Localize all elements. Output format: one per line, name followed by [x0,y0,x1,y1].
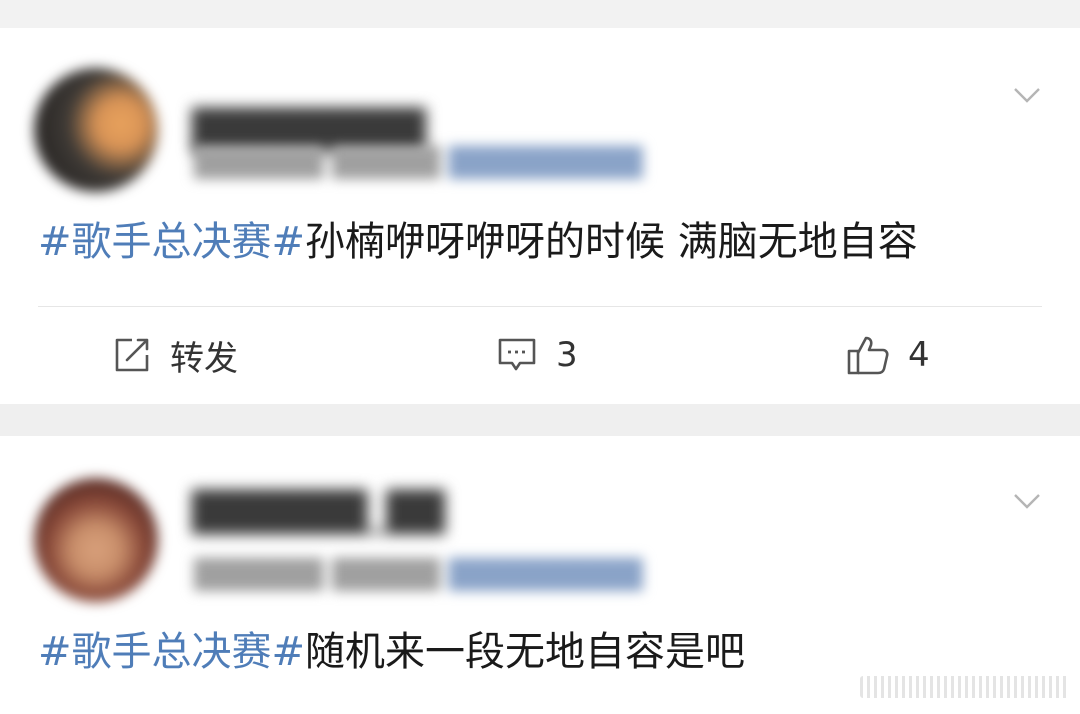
post-card[interactable]: ████████ ██████ █████ █████████ #歌手总决赛#孙… [0,28,1080,404]
like-button[interactable]: 4 [846,330,930,380]
username-blurred[interactable]: ██████_██ [192,490,445,534]
hashtag-link[interactable]: #歌手总决赛# [38,219,305,265]
thumbs-up-icon [847,336,889,375]
post-meta-blurred: ██████ █████ █████████ [194,558,643,591]
like-count: 4 [908,335,930,375]
avatar[interactable] [34,478,158,602]
repost-button[interactable]: 转发 [112,330,238,380]
divider [38,306,1042,307]
post-text: #歌手总决赛#孙楠咿呀咿呀的时候 满脑无地自容 [38,216,918,268]
comment-button[interactable]: 3 [496,330,578,380]
hashtag-link[interactable]: #歌手总决赛# [38,629,305,675]
chevron-down-icon[interactable] [1012,80,1042,110]
avatar[interactable] [34,68,158,192]
repost-label: 转发 [170,338,238,379]
post-body: 孙楠咿呀咿呀的时候 满脑无地自容 [305,219,918,265]
repost-icon [115,338,149,372]
top-gap [0,0,1080,28]
comment-count: 3 [556,335,578,375]
post-meta-blurred: ██████ █████ █████████ [194,146,643,179]
post-text: #歌手总决赛#随机来一段无地自容是吧 [38,626,745,678]
chevron-down-icon[interactable] [1012,486,1042,516]
post-body: 随机来一段无地自容是吧 [305,629,746,675]
watermark-pattern [860,676,1070,698]
post-card[interactable]: ██████_██ ██████ █████ █████████ #歌手总决赛#… [0,436,1080,714]
comment-icon [498,338,536,371]
